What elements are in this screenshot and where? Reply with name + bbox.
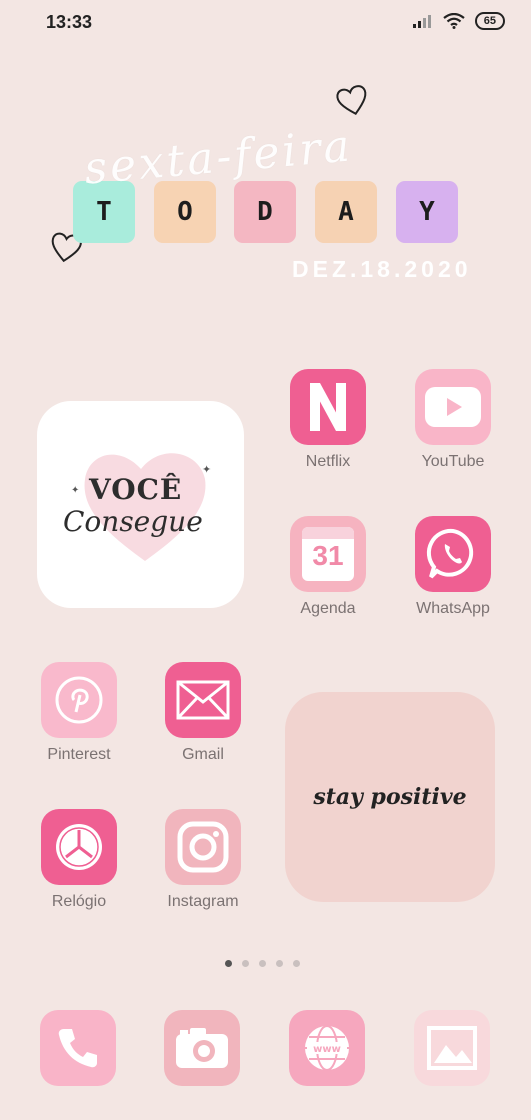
app-agenda[interactable]: 31 Agenda xyxy=(289,516,367,618)
mail-icon[interactable] xyxy=(165,662,241,738)
app-label: Agenda xyxy=(300,600,356,617)
app-label: Pinterest xyxy=(47,746,111,763)
calendar-icon[interactable]: 31 xyxy=(290,516,366,592)
today-tile: O xyxy=(154,181,216,243)
date-label: DEZ.18.2020 xyxy=(292,256,472,282)
sparkle-icon: ✦ xyxy=(202,464,212,476)
calendar-day: 31 xyxy=(312,540,344,571)
svg-text:www: www xyxy=(313,1044,341,1055)
app-label: Relógio xyxy=(51,893,107,910)
app-gmail[interactable]: Gmail xyxy=(164,662,242,764)
app-youtube[interactable]: YouTube xyxy=(414,369,492,471)
today-tile: D xyxy=(234,181,296,243)
page-indicator[interactable] xyxy=(225,960,300,967)
app-label: Instagram xyxy=(167,893,239,910)
camera-icon[interactable] xyxy=(164,1010,240,1086)
whatsapp-icon[interactable] xyxy=(415,516,491,592)
heart-outline-icon xyxy=(336,85,367,116)
sparkle-icon: ✦ xyxy=(71,485,80,496)
browser-globe-icon[interactable]: www xyxy=(289,1010,365,1086)
voce-consegue-widget[interactable]: VOCÊ Consegue ✦ ✦ xyxy=(37,401,244,608)
stay-positive-text: stay positive xyxy=(313,784,467,810)
page-dot[interactable] xyxy=(276,960,283,967)
clock-icon[interactable] xyxy=(41,809,117,885)
page-dot[interactable] xyxy=(259,960,266,967)
status-icons: 65 xyxy=(412,12,505,30)
app-label: WhatsApp xyxy=(416,600,490,617)
wifi-icon xyxy=(443,13,465,29)
status-time: 13:33 xyxy=(46,12,93,32)
app-netflix[interactable]: Netflix xyxy=(289,369,367,471)
app-relogio[interactable]: Relógio xyxy=(40,809,118,911)
today-tile: A xyxy=(315,181,377,243)
page-dot[interactable] xyxy=(242,960,249,967)
phone-icon[interactable] xyxy=(40,1010,116,1086)
page-dot[interactable] xyxy=(293,960,300,967)
app-label: Gmail xyxy=(182,746,224,763)
voce-text: VOCÊ xyxy=(89,473,183,506)
app-whatsapp[interactable]: WhatsApp xyxy=(414,516,492,618)
app-pinterest[interactable]: Pinterest xyxy=(40,662,118,764)
app-label: Netflix xyxy=(305,453,351,470)
netflix-icon[interactable] xyxy=(290,369,366,445)
battery-indicator: 65 xyxy=(474,12,505,30)
weekday-script: sexta-feira xyxy=(82,120,355,195)
app-instagram[interactable]: Instagram xyxy=(164,809,242,911)
today-tile: Y xyxy=(396,181,458,243)
signal-icon xyxy=(412,15,431,28)
app-label: YouTube xyxy=(421,453,485,470)
youtube-icon[interactable] xyxy=(415,369,491,445)
page-dot[interactable] xyxy=(225,960,232,967)
consegue-text: Consegue xyxy=(63,505,203,538)
gallery-icon[interactable] xyxy=(414,1010,490,1086)
stay-positive-widget[interactable]: stay positive xyxy=(285,692,495,902)
instagram-icon[interactable] xyxy=(165,809,241,885)
pinterest-icon[interactable] xyxy=(41,662,117,738)
